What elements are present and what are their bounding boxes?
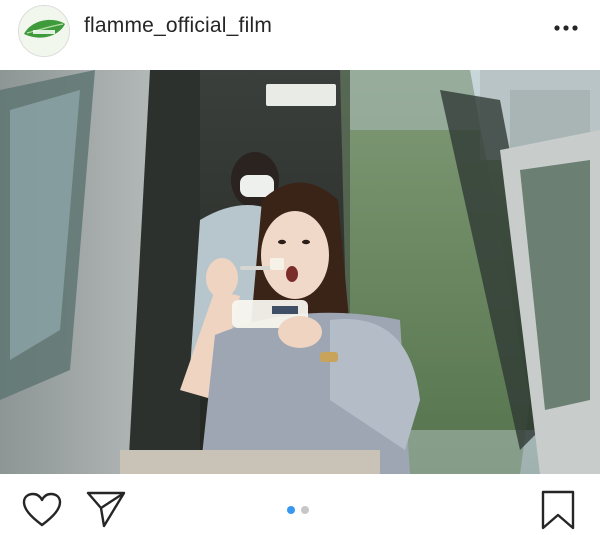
- send-icon: [86, 491, 126, 528]
- username[interactable]: flamme_official_film: [84, 14, 272, 38]
- carousel-dot-active[interactable]: [287, 506, 295, 514]
- carousel-indicator: [287, 506, 309, 514]
- more-options-icon: [554, 25, 578, 31]
- more-options-button[interactable]: [548, 16, 584, 40]
- heart-icon: [22, 492, 62, 527]
- save-button[interactable]: [540, 490, 576, 535]
- carousel-dot[interactable]: [301, 506, 309, 514]
- photo-illustration: [0, 70, 600, 474]
- post-photo[interactable]: [0, 70, 600, 474]
- profile-avatar[interactable]: [18, 5, 70, 57]
- post-header: flamme_official_film: [0, 0, 600, 71]
- bookmark-icon: [541, 490, 575, 530]
- like-button[interactable]: [22, 492, 62, 533]
- action-bar: [0, 474, 600, 531]
- leaf-avatar-icon: [19, 6, 69, 56]
- share-button[interactable]: [86, 490, 126, 533]
